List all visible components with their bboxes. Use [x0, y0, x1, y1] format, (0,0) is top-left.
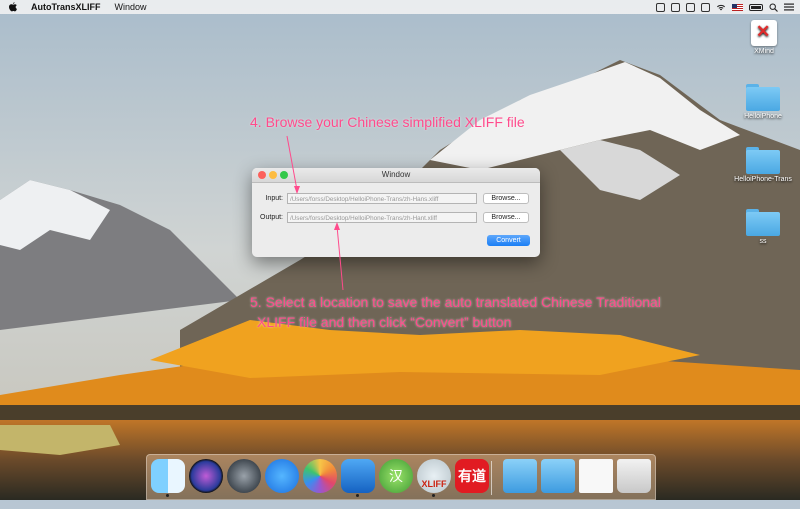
desktop-icon-label: ss [759, 238, 767, 245]
xmind-app-icon [751, 20, 777, 46]
autotransxliff-window: Window Input: /Users/forss/Desktop/Hello… [252, 168, 540, 257]
trash-icon[interactable] [617, 459, 651, 493]
autotransxliff-icon[interactable]: XLIFF [417, 459, 451, 493]
youdao-icon[interactable]: 有道 [455, 459, 489, 493]
input-path-field[interactable]: /Users/forss/Desktop/HelloiPhone-Trans/z… [287, 193, 477, 204]
siri-icon[interactable] [189, 459, 223, 493]
input-row: Input: /Users/forss/Desktop/HelloiPhone-… [252, 192, 529, 205]
convert-button[interactable]: Convert [487, 235, 530, 246]
autotransxliff-icon-label: XLIFF [421, 479, 447, 489]
status-icon-2[interactable] [671, 2, 680, 12]
zoom-window-button[interactable] [280, 171, 288, 179]
youdao-icon-label: 有道 [458, 468, 486, 484]
folder-icon [746, 147, 780, 174]
window-titlebar[interactable]: Window [252, 168, 540, 183]
annotation-step-4: 4. Browse your Chinese simplified XLIFF … [250, 114, 525, 130]
status-icon-4[interactable] [701, 2, 710, 12]
desktop-icon-label: HelloiPhone [744, 113, 782, 120]
launchpad-icon[interactable] [227, 459, 261, 493]
document-stack-icon[interactable] [579, 459, 613, 493]
menu-bar: AutoTransXLIFF Window [0, 0, 800, 14]
status-icon-1[interactable] [656, 2, 665, 12]
desktop-icon-helloiphone[interactable]: HelloiPhone [728, 84, 798, 120]
running-indicator [166, 494, 169, 497]
us-flag-input-icon[interactable] [732, 3, 743, 11]
folder-icon [746, 209, 780, 236]
hanzi-icon[interactable]: 汉 [379, 459, 413, 493]
dock-separator [491, 461, 492, 495]
desktop-icon-ss[interactable]: ss [728, 209, 798, 245]
wifi-icon[interactable] [716, 3, 726, 11]
apple-menu-icon[interactable] [9, 2, 17, 12]
notification-center-icon[interactable] [784, 3, 794, 11]
input-browse-button[interactable]: Browse... [483, 193, 529, 204]
window-menu[interactable]: Window [115, 2, 147, 12]
dock: 汉 XLIFF 有道 [146, 454, 656, 500]
applications-folder-icon[interactable] [503, 459, 537, 493]
annotation-step-5-line-2: XLIFF file and then click “Convert” butt… [257, 314, 512, 330]
hanzi-icon-label: 汉 [389, 468, 403, 484]
output-row: Output: /Users/forss/Desktop/HelloiPhone… [252, 211, 529, 224]
downloads-folder-icon[interactable] [541, 459, 575, 493]
running-indicator [432, 494, 435, 497]
annotation-step-5-line-1: 5. Select a location to save the auto tr… [250, 294, 661, 310]
close-window-button[interactable] [258, 171, 266, 179]
window-title: Window [381, 170, 411, 179]
folder-icon [746, 84, 780, 111]
input-label: Input: [265, 195, 283, 202]
output-path-field[interactable]: /Users/forss/Desktop/HelloiPhone-Trans/z… [287, 212, 477, 223]
desktop-icon-label: XMind [754, 48, 774, 55]
minimize-window-button[interactable] [269, 171, 277, 179]
app-name-menu[interactable]: AutoTransXLIFF [31, 2, 101, 12]
search-icon[interactable] [769, 3, 778, 12]
output-browse-button[interactable]: Browse... [483, 212, 529, 223]
status-area [656, 0, 794, 14]
desktop-icon-xmind[interactable]: XMind [729, 20, 799, 55]
status-icon-3[interactable] [686, 2, 695, 12]
desktop-icon-helloiphone-trans[interactable]: HelloiPhone-Trans [728, 147, 798, 183]
running-indicator [356, 494, 359, 497]
xcode-icon[interactable] [341, 459, 375, 493]
app-store-icon[interactable] [265, 459, 299, 493]
battery-icon[interactable] [749, 3, 763, 11]
finder-icon[interactable] [151, 459, 185, 493]
output-label: Output: [260, 214, 283, 221]
desktop-icon-label: HelloiPhone-Trans [734, 176, 792, 183]
photos-icon[interactable] [303, 459, 337, 493]
